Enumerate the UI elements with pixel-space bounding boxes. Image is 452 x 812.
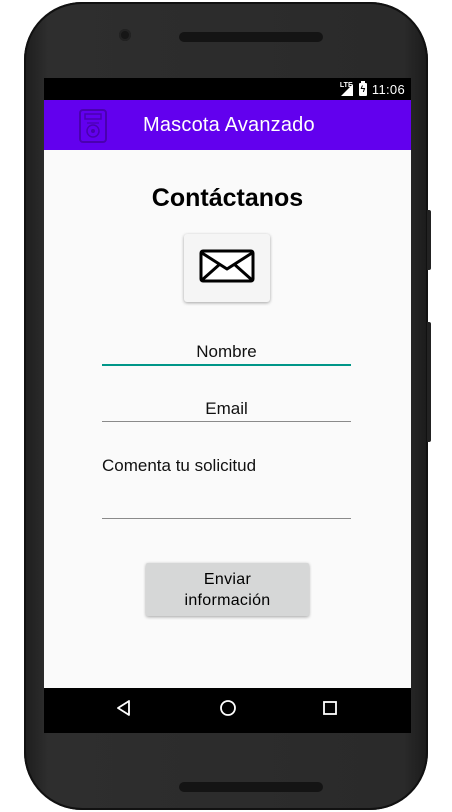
navigation-bar bbox=[44, 688, 411, 733]
back-triangle-icon bbox=[115, 699, 133, 722]
signal-icon: LTE bbox=[340, 82, 354, 96]
home-button[interactable] bbox=[206, 688, 250, 733]
recents-button[interactable] bbox=[308, 688, 352, 733]
front-camera bbox=[119, 29, 131, 41]
submit-button[interactable]: Enviar información bbox=[146, 563, 309, 616]
email-field[interactable]: Email bbox=[102, 397, 351, 422]
email-field-text: Email bbox=[205, 399, 248, 418]
recents-square-icon bbox=[322, 700, 338, 721]
volume-button bbox=[427, 210, 431, 270]
mail-button[interactable] bbox=[184, 234, 270, 302]
app-title: Mascota Avanzado bbox=[143, 114, 315, 136]
power-button bbox=[427, 322, 431, 442]
status-time: 11:06 bbox=[371, 81, 405, 97]
name-field-text: Nombre bbox=[196, 342, 257, 361]
app-bar: Mascota Avanzado bbox=[44, 100, 411, 150]
pet-logo-icon bbox=[77, 107, 109, 145]
page-title: Contáctanos bbox=[151, 184, 304, 212]
status-bar: LTE ϟ 11:06 bbox=[44, 78, 411, 100]
network-type: LTE bbox=[339, 82, 353, 89]
comment-field[interactable]: Comenta tu solicitud bbox=[102, 454, 351, 519]
email-field-underline bbox=[102, 421, 351, 422]
status-icons: LTE ϟ 11:06 bbox=[340, 78, 405, 100]
top-speaker bbox=[179, 32, 323, 42]
battery-charging-icon: ϟ bbox=[358, 80, 367, 96]
comment-field-underline bbox=[102, 518, 351, 519]
home-circle-icon bbox=[219, 699, 237, 722]
name-field[interactable]: Nombre bbox=[102, 340, 351, 366]
name-field-underline bbox=[102, 364, 351, 366]
back-button[interactable] bbox=[102, 688, 146, 733]
bottom-speaker bbox=[179, 782, 323, 792]
submit-button-label: Enviar información bbox=[184, 570, 271, 609]
screen: LTE ϟ 11:06 Mascota Avanzado Contáctanos… bbox=[44, 78, 411, 733]
device: LTE ϟ 11:06 Mascota Avanzado Contáctanos… bbox=[0, 0, 452, 812]
comment-field-text: Comenta tu solicitud bbox=[102, 456, 257, 475]
envelope-icon bbox=[199, 249, 255, 288]
